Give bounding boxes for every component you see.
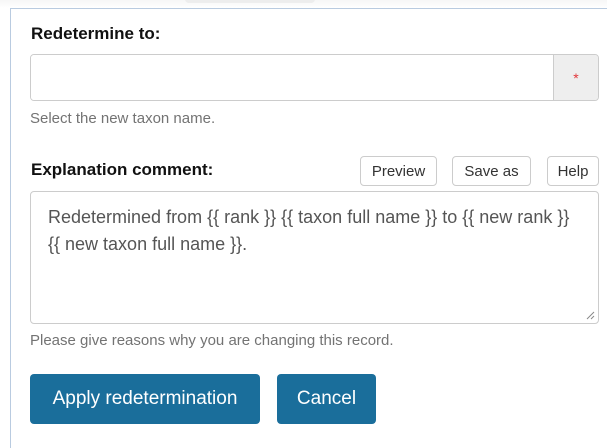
- explanation-textarea-wrapper: [30, 191, 599, 324]
- explanation-textarea[interactable]: [31, 192, 598, 323]
- save-as-button[interactable]: Save as: [452, 156, 531, 186]
- redetermine-input-group: *: [30, 54, 599, 101]
- explanation-help-text: Please give reasons why you are changing…: [30, 332, 394, 349]
- preview-button[interactable]: Preview: [360, 156, 437, 186]
- top-strip-edge: [185, 0, 315, 3]
- required-indicator: *: [553, 55, 598, 100]
- redetermine-help-text: Select the new taxon name.: [30, 110, 216, 127]
- resize-grip-icon[interactable]: [585, 310, 595, 320]
- help-button[interactable]: Help: [547, 156, 599, 186]
- apply-redetermination-button[interactable]: Apply redetermination: [30, 374, 260, 424]
- taxon-name-input[interactable]: [31, 55, 553, 100]
- cancel-button[interactable]: Cancel: [277, 374, 376, 424]
- redetermine-label: Redetermine to:: [31, 24, 161, 43]
- explanation-label: Explanation comment:: [31, 160, 214, 179]
- top-strip: [0, 0, 607, 8]
